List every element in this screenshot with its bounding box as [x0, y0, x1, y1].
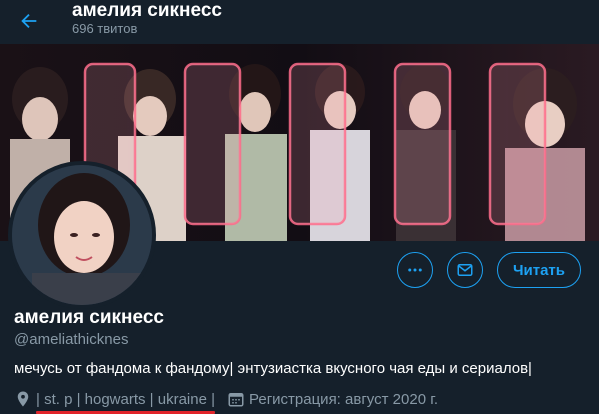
location-underline	[36, 410, 215, 414]
location-value: | st. p | hogwarts | ukraine |	[36, 390, 215, 408]
follow-button[interactable]: Читать	[497, 252, 581, 288]
profile-name: амелия сикнесс	[14, 307, 164, 328]
profile-meta: | st. p | hogwarts | ukraine | Регистрац…	[14, 388, 438, 414]
avatar-image	[12, 165, 152, 305]
top-bar: амелия сикнесс 696 твитов	[0, 0, 599, 44]
calendar-icon	[227, 390, 245, 408]
location-pin-icon	[14, 390, 32, 408]
join-date-text: Регистрация: август 2020 г.	[249, 390, 439, 408]
profile-avatar[interactable]	[8, 161, 156, 309]
profile-handle: @ameliathicknes	[14, 331, 129, 348]
envelope-icon	[457, 264, 473, 276]
more-button[interactable]	[397, 252, 433, 288]
profile-bio: мечусь от фандома к фандому| энтузиастка…	[14, 360, 532, 377]
more-icon	[408, 268, 422, 272]
back-arrow-icon	[21, 13, 37, 29]
back-button[interactable]	[14, 6, 44, 36]
tweet-count: 696 твитов	[72, 21, 138, 36]
header-title: амелия сикнесс	[72, 0, 222, 21]
join-date: Регистрация: август 2020 г.	[227, 390, 438, 408]
message-button[interactable]	[447, 252, 483, 288]
location-text: | st. p | hogwarts | ukraine |	[36, 390, 215, 414]
